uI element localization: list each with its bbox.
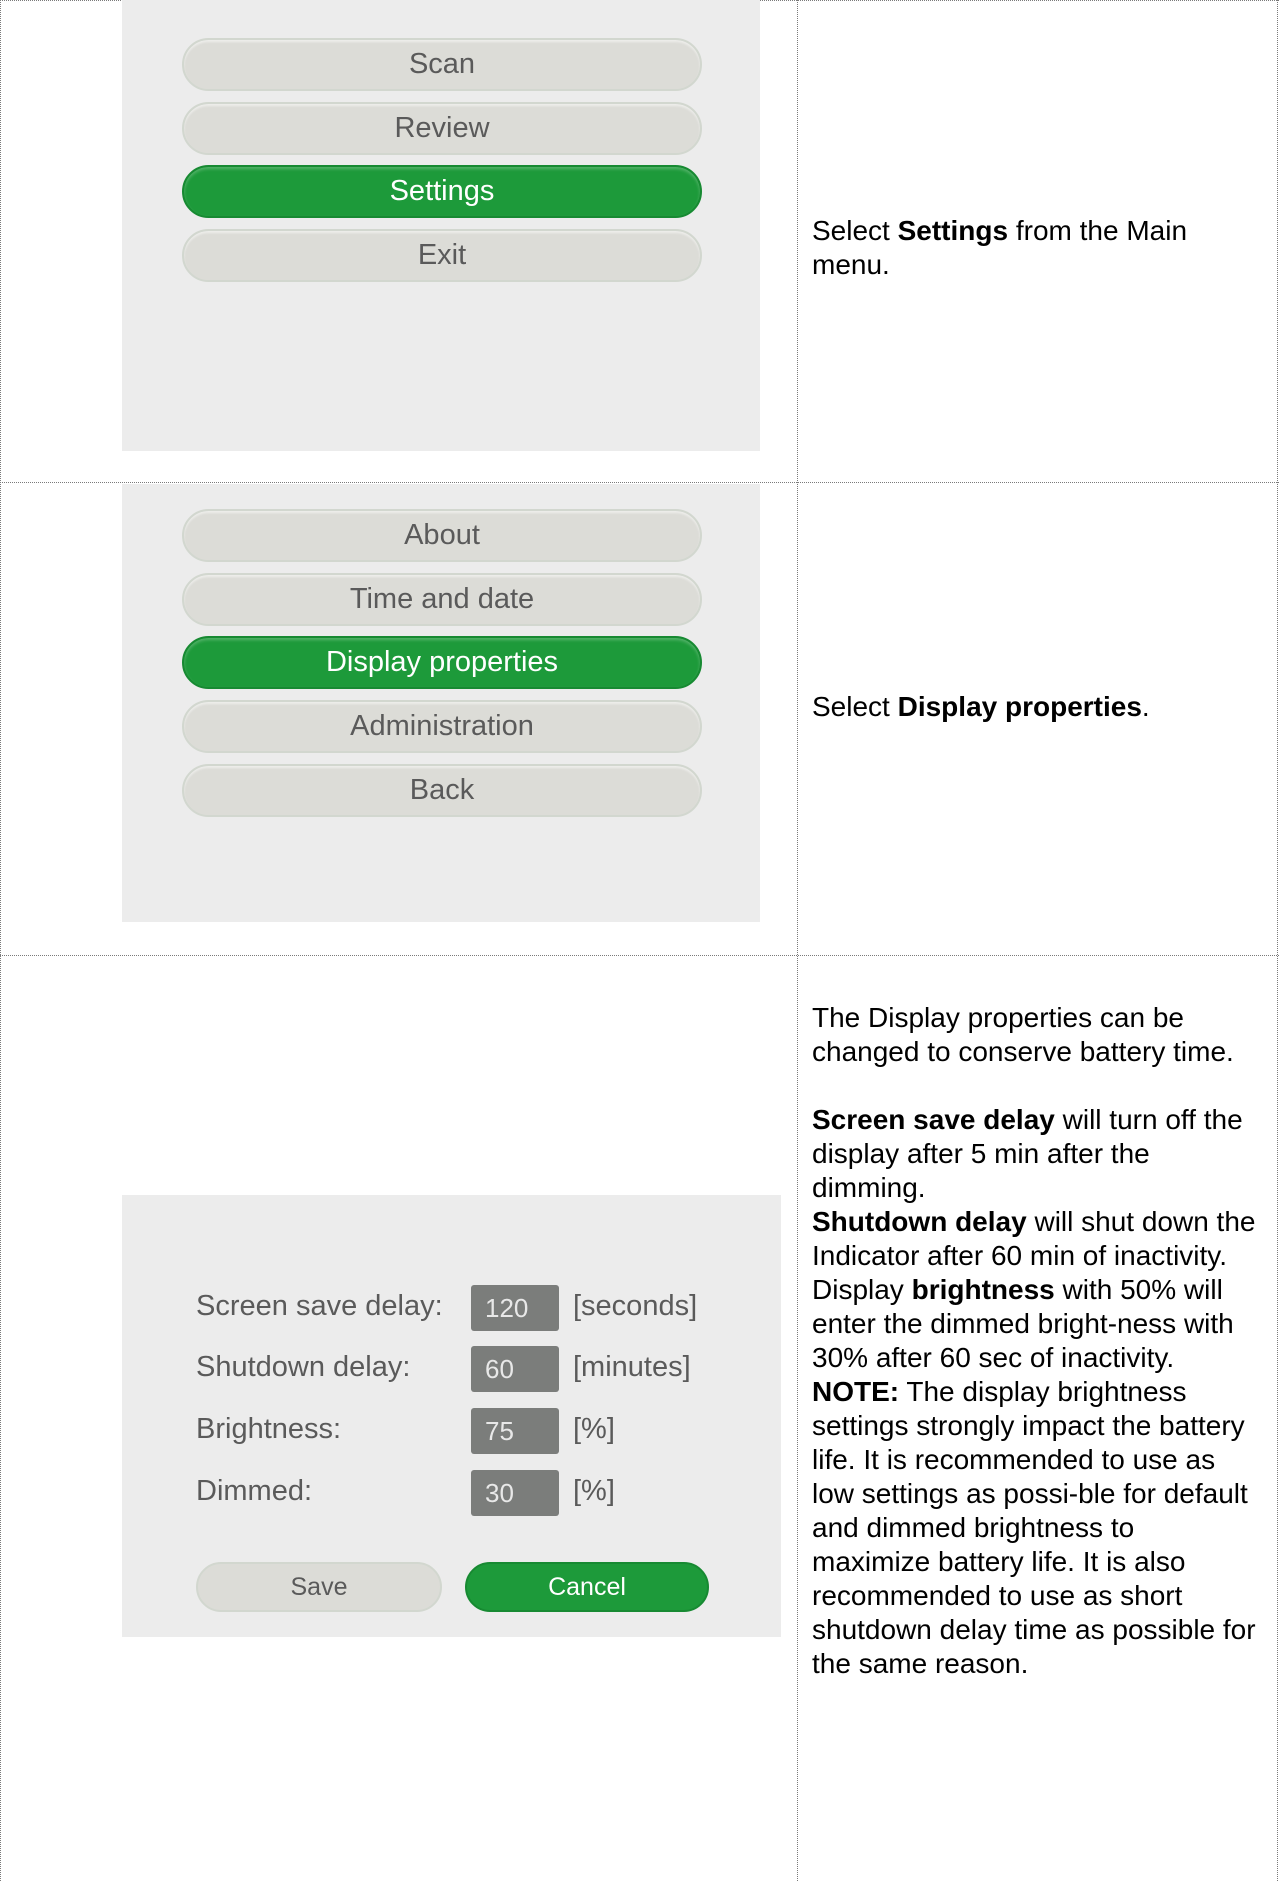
menu-button-about[interactable]: About: [182, 509, 702, 562]
note-paragraph: NOTE: The display brightness settings st…: [812, 1376, 1256, 1679]
save-button[interactable]: Save: [196, 1562, 442, 1612]
menu-button-administration[interactable]: Administration: [182, 700, 702, 753]
menu-button-scan[interactable]: Scan: [182, 38, 702, 91]
screen-save-paragraph: Screen save delay will turn off the disp…: [812, 1104, 1243, 1203]
screen-save-delay-unit: [seconds]: [573, 1290, 698, 1322]
menu-button-back[interactable]: Back: [182, 764, 702, 817]
screen-save-delay-label: Screen save delay:: [196, 1290, 443, 1322]
menu-button-exit[interactable]: Exit: [182, 229, 702, 282]
shutdown-delay-label: Shutdown delay:: [196, 1351, 411, 1383]
brightness-unit: [%]: [573, 1413, 615, 1445]
step-3-description: The Display properties can be changed to…: [812, 1001, 1260, 1681]
menu-button-display-properties[interactable]: Display properties: [182, 636, 702, 689]
screen-save-delay-input[interactable]: 120: [471, 1285, 559, 1331]
shutdown-delay-unit: [minutes]: [573, 1351, 691, 1383]
table-column-divider: [797, 0, 799, 1881]
shutdown-paragraph: Shutdown delay will shut down the Indica…: [812, 1206, 1256, 1271]
step-2-description: Select Display properties.: [812, 691, 1150, 722]
intro-paragraph: The Display properties can be changed to…: [812, 1002, 1234, 1067]
menu-button-review[interactable]: Review: [182, 102, 702, 155]
menu-button-time-and-date[interactable]: Time and date: [182, 573, 702, 626]
table-left-border: [0, 0, 2, 1881]
brightness-paragraph: Display brightness with 50% will enter t…: [812, 1274, 1234, 1373]
menu-button-settings[interactable]: Settings: [182, 165, 702, 218]
brightness-input[interactable]: 75: [471, 1408, 559, 1454]
table-row-divider-2: [0, 955, 1279, 957]
cancel-button[interactable]: Cancel: [465, 1562, 709, 1612]
step-1-description: Select Settings from the Main menu.: [812, 215, 1188, 280]
dimmed-input[interactable]: 30: [471, 1470, 559, 1516]
shutdown-delay-input[interactable]: 60: [471, 1346, 559, 1392]
brightness-label: Brightness:: [196, 1413, 342, 1445]
dimmed-label: Dimmed:: [196, 1475, 313, 1507]
dimmed-unit: [%]: [573, 1475, 615, 1507]
